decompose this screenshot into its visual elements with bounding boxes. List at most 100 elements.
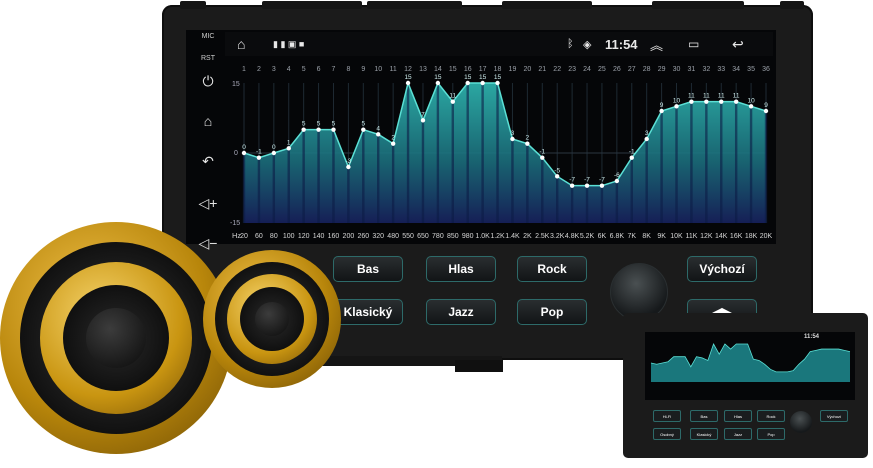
- eq-band-point[interactable]: [719, 99, 724, 104]
- eq-band-bar[interactable]: [600, 185, 604, 223]
- eq-band-bar[interactable]: [570, 185, 574, 223]
- eq-band-bar[interactable]: [332, 129, 335, 223]
- eq-band-point[interactable]: [748, 104, 754, 109]
- eq-band-bar[interactable]: [272, 153, 276, 223]
- eq-band-bar[interactable]: [615, 181, 619, 223]
- eq-band-point[interactable]: [376, 132, 381, 137]
- back-icon[interactable]: ↶: [193, 150, 223, 172]
- eq-gain-label: -1: [539, 149, 545, 156]
- eq-band-point[interactable]: [495, 80, 500, 86]
- eq-band-bar[interactable]: [242, 153, 246, 223]
- eq-band-point[interactable]: [271, 150, 277, 156]
- eq-freq-label: 650: [417, 233, 429, 240]
- eq-band-point[interactable]: [480, 80, 485, 86]
- eq-band-point[interactable]: [301, 127, 306, 132]
- eq-band-point[interactable]: [555, 174, 560, 179]
- eq-band-point[interactable]: [599, 183, 605, 188]
- preset-hlas-button[interactable]: Hlas: [426, 256, 496, 282]
- eq-band-point[interactable]: [540, 155, 545, 160]
- back-nav-icon[interactable]: ↩: [732, 32, 744, 56]
- home-icon[interactable]: ⌂: [193, 110, 223, 132]
- eq-band-bar[interactable]: [466, 83, 469, 223]
- preset-jazz-button[interactable]: Jazz: [426, 299, 496, 325]
- power-icon[interactable]: ⏻: [193, 70, 223, 92]
- eq-band-bar[interactable]: [257, 157, 261, 223]
- eq-gain-label: 3: [645, 130, 649, 137]
- eq-band-bar[interactable]: [391, 143, 395, 223]
- eq-band-point[interactable]: [689, 99, 694, 104]
- eq-band-point[interactable]: [346, 164, 351, 170]
- preset-default-button[interactable]: Výchozí: [687, 256, 757, 282]
- eq-band-bar[interactable]: [362, 129, 365, 223]
- eq-band-bar[interactable]: [287, 148, 290, 223]
- eq-band-point[interactable]: [405, 80, 411, 86]
- eq-band-bar[interactable]: [526, 143, 529, 223]
- preset-classic-button[interactable]: Klasický: [333, 299, 403, 325]
- volume-up-icon[interactable]: ◁+: [193, 192, 223, 214]
- eq-band-point[interactable]: [763, 108, 769, 114]
- unit-foot: [455, 360, 503, 372]
- eq-band-point[interactable]: [390, 141, 396, 146]
- side-panel: MIC RST ⏻ ⌂ ↶ ◁+ ◁−: [193, 30, 223, 260]
- preset-rock-button[interactable]: Rock: [517, 256, 587, 282]
- expand-icon[interactable]: ︽: [650, 32, 663, 56]
- eq-band-point[interactable]: [465, 80, 470, 86]
- eq-band-bar[interactable]: [511, 139, 514, 223]
- preset-bas-button[interactable]: Bas: [333, 256, 403, 282]
- eq-band-bar[interactable]: [406, 83, 410, 223]
- eq-band-point[interactable]: [256, 155, 262, 160]
- eq-band-point[interactable]: [614, 178, 620, 184]
- eq-band-point[interactable]: [525, 141, 530, 146]
- eq-band-point[interactable]: [286, 146, 291, 151]
- eq-band-bar[interactable]: [556, 176, 559, 223]
- eq-band-number: 13: [419, 66, 427, 73]
- eq-band-bar[interactable]: [377, 134, 380, 223]
- eq-band-point[interactable]: [644, 136, 649, 142]
- eq-band-bar[interactable]: [630, 157, 633, 223]
- eq-freq-label: 3.2K: [550, 233, 565, 240]
- eq-gain-label: 11: [733, 93, 740, 100]
- eq-gain-label: 0: [272, 144, 276, 151]
- eq-band-point[interactable]: [316, 127, 321, 132]
- eq-band-point[interactable]: [420, 118, 426, 123]
- eq-band-number: 1: [242, 66, 246, 73]
- eq-gain-label: 5: [332, 121, 336, 128]
- home-nav-icon[interactable]: ⌂: [237, 32, 245, 56]
- eq-band-bar[interactable]: [645, 139, 648, 223]
- eq-band-bar[interactable]: [496, 83, 499, 223]
- volume-down-icon[interactable]: ◁−: [193, 232, 223, 254]
- eq-band-point[interactable]: [674, 104, 679, 109]
- equalizer-chart[interactable]: 0-1015 5 5-3542157151115 15 1532-1-5-7 -7 -7-6…: [226, 57, 772, 243]
- eq-band-bar[interactable]: [302, 129, 305, 223]
- eq-band-bar[interactable]: [347, 167, 350, 223]
- eq-band-bar[interactable]: [317, 129, 320, 223]
- eq-band-bar[interactable]: [720, 101, 723, 223]
- eq-band-point[interactable]: [629, 155, 634, 160]
- eq-band-point[interactable]: [361, 127, 366, 132]
- eq-band-bar[interactable]: [764, 111, 768, 223]
- eq-band-bar[interactable]: [421, 120, 425, 223]
- eq-band-bar[interactable]: [675, 106, 678, 223]
- eq-band-bar[interactable]: [660, 111, 663, 223]
- eq-band-bar[interactable]: [690, 101, 693, 223]
- preset-pop-button[interactable]: Pop: [517, 299, 587, 325]
- eq-band-point[interactable]: [510, 136, 515, 142]
- eq-band-point[interactable]: [241, 150, 247, 156]
- eq-band-bar[interactable]: [749, 106, 753, 223]
- eq-band-point[interactable]: [331, 127, 336, 132]
- eq-band-point[interactable]: [584, 183, 590, 188]
- eq-band-point[interactable]: [435, 80, 441, 86]
- eq-band-point[interactable]: [659, 108, 664, 114]
- eq-band-point[interactable]: [704, 99, 709, 104]
- eq-band-bar[interactable]: [481, 83, 484, 223]
- eq-band-bar[interactable]: [734, 101, 738, 223]
- eq-band-bar[interactable]: [585, 185, 589, 223]
- eq-band-bar[interactable]: [705, 101, 708, 223]
- eq-band-bar[interactable]: [451, 101, 454, 223]
- eq-band-point[interactable]: [733, 99, 739, 104]
- eq-band-point[interactable]: [450, 99, 455, 104]
- recents-icon[interactable]: ▭: [688, 32, 699, 56]
- eq-band-point[interactable]: [569, 183, 575, 188]
- eq-band-bar[interactable]: [541, 157, 544, 223]
- eq-band-bar[interactable]: [436, 83, 440, 223]
